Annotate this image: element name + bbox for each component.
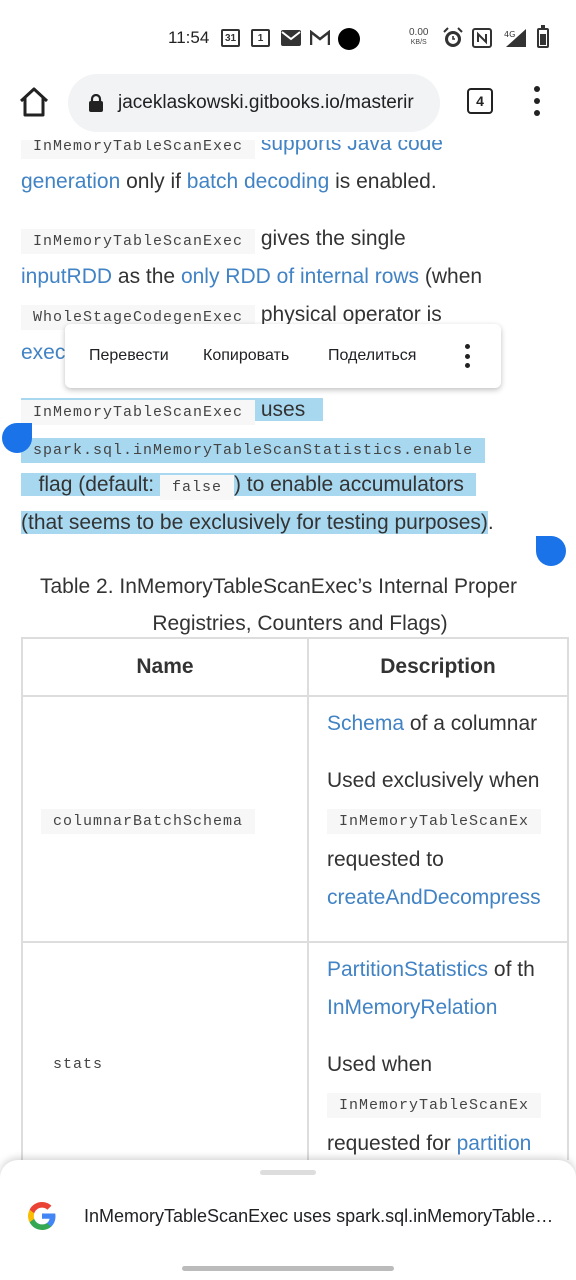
properties-table: Name Description columnarBatchSchema Sch… (21, 637, 569, 1160)
paragraph-line: InMemoryTableScanExec gives the single (21, 227, 406, 254)
paragraph-line: exec (21, 341, 65, 365)
gmail-icon (310, 29, 330, 47)
page-content: InMemoryTableScanExec supports Java code… (0, 140, 576, 1160)
inline-code: false (159, 475, 234, 500)
selection-handle-start[interactable] (2, 423, 32, 453)
selected-line: flag (default: false) to enable accumula… (21, 473, 476, 500)
selected-line: InMemoryTableScanExec uses (21, 398, 323, 425)
status-time: 11:54 (168, 28, 210, 47)
link-partition[interactable]: partition (457, 1132, 532, 1155)
property-description-cell: PartitionStatistics of th InMemoryRelati… (307, 941, 569, 1160)
sheet-drag-handle[interactable] (260, 1170, 316, 1175)
link-inputrdd[interactable]: inputRDD (21, 265, 112, 288)
mail-icon (281, 29, 301, 47)
alarm-icon (442, 27, 464, 47)
inline-code: columnarBatchSchema (41, 809, 256, 834)
svg-text:4G: 4G (504, 30, 515, 39)
calendar-icon: 31 (221, 29, 240, 47)
link-inmemory-relation[interactable]: InMemoryRelation (327, 996, 497, 1019)
status-bar: 11:54 31 1 0.00 KB/S 4G (0, 0, 576, 76)
tab-switcher-button[interactable]: 4 (467, 88, 493, 114)
property-description-cell: Schema of a columnar Used exclusively wh… (307, 695, 569, 943)
table-caption: Table 2. InMemoryTableScanExec’s Interna… (40, 575, 518, 635)
inline-code: spark.sql.inMemoryTableScanStatistics.en… (21, 438, 486, 463)
header-description: Description (307, 637, 569, 697)
paragraph-line: inputRDD as the only RDD of internal row… (21, 265, 483, 288)
link-java-codegen[interactable]: supports Java code (261, 140, 443, 155)
url-text: jaceklaskowski.gitbooks.io/masterir (118, 92, 414, 113)
link-create-and-decompress[interactable]: createAndDecompress (327, 886, 541, 909)
google-logo-icon (26, 1200, 58, 1232)
link-generation[interactable]: generation (21, 170, 120, 193)
translate-menu-item[interactable]: Перевести (89, 347, 169, 365)
home-icon[interactable] (16, 84, 52, 120)
inline-code: InMemoryTableScanExec (21, 229, 256, 254)
header-name: Name (21, 637, 309, 697)
link-exec[interactable]: exec (21, 341, 65, 364)
address-bar[interactable]: jaceklaskowski.gitbooks.io/masterir (68, 74, 440, 132)
copy-menu-item[interactable]: Копировать (203, 347, 289, 365)
table-row: columnarBatchSchema Schema of a columnar… (21, 695, 569, 943)
notification-badge-icon: 1 (251, 29, 270, 47)
search-query-text: InMemoryTableScanExec uses spark.sql.inM… (84, 1206, 560, 1226)
inline-code: InMemoryTableScanEx (327, 1093, 542, 1118)
inline-code: stats (53, 1056, 104, 1073)
paragraph-line: generation only if batch decoding is ena… (21, 170, 437, 193)
signal-icon: 4G (502, 29, 528, 47)
google-search-sheet[interactable]: InMemoryTableScanExec uses spark.sql.inM… (0, 1160, 576, 1280)
paragraph-line: InMemoryTableScanExec supports Java code (21, 140, 443, 159)
gesture-nav-bar[interactable] (182, 1266, 394, 1271)
text-selection-menu: Перевести Копировать Поделиться (65, 324, 501, 388)
inline-code: InMemoryTableScanExec (21, 400, 256, 425)
nfc-icon (472, 28, 492, 48)
link-schema[interactable]: Schema (327, 712, 404, 735)
table-row: stats PartitionStatistics of th InMemory… (21, 941, 569, 1160)
battery-icon (537, 25, 549, 48)
inline-code: InMemoryTableScanExec (21, 140, 256, 159)
selected-line: spark.sql.inMemoryTableScanStatistics.en… (21, 436, 486, 463)
link-partition-statistics[interactable]: PartitionStatistics (327, 958, 488, 981)
table-header-row: Name Description (21, 637, 569, 697)
overflow-menu-icon[interactable] (527, 86, 547, 116)
selected-line: (that seems to be exclusively for testin… (21, 511, 494, 534)
browser-toolbar: jaceklaskowski.gitbooks.io/masterir 4 (0, 70, 576, 140)
share-menu-item[interactable]: Поделиться (328, 347, 416, 365)
link-batch-decoding[interactable]: batch decoding (187, 170, 329, 193)
lock-icon (88, 93, 104, 112)
app-dot-icon (338, 28, 360, 50)
link-only-rdd[interactable]: only RDD of internal rows (181, 265, 419, 288)
property-name-cell: columnarBatchSchema (21, 695, 309, 943)
property-name-cell: stats (21, 941, 309, 1160)
selection-handle-end[interactable] (536, 536, 566, 566)
inline-code: InMemoryTableScanEx (327, 809, 542, 834)
network-speed: 0.00 KB/S (409, 27, 429, 47)
more-options-icon[interactable] (465, 344, 471, 368)
